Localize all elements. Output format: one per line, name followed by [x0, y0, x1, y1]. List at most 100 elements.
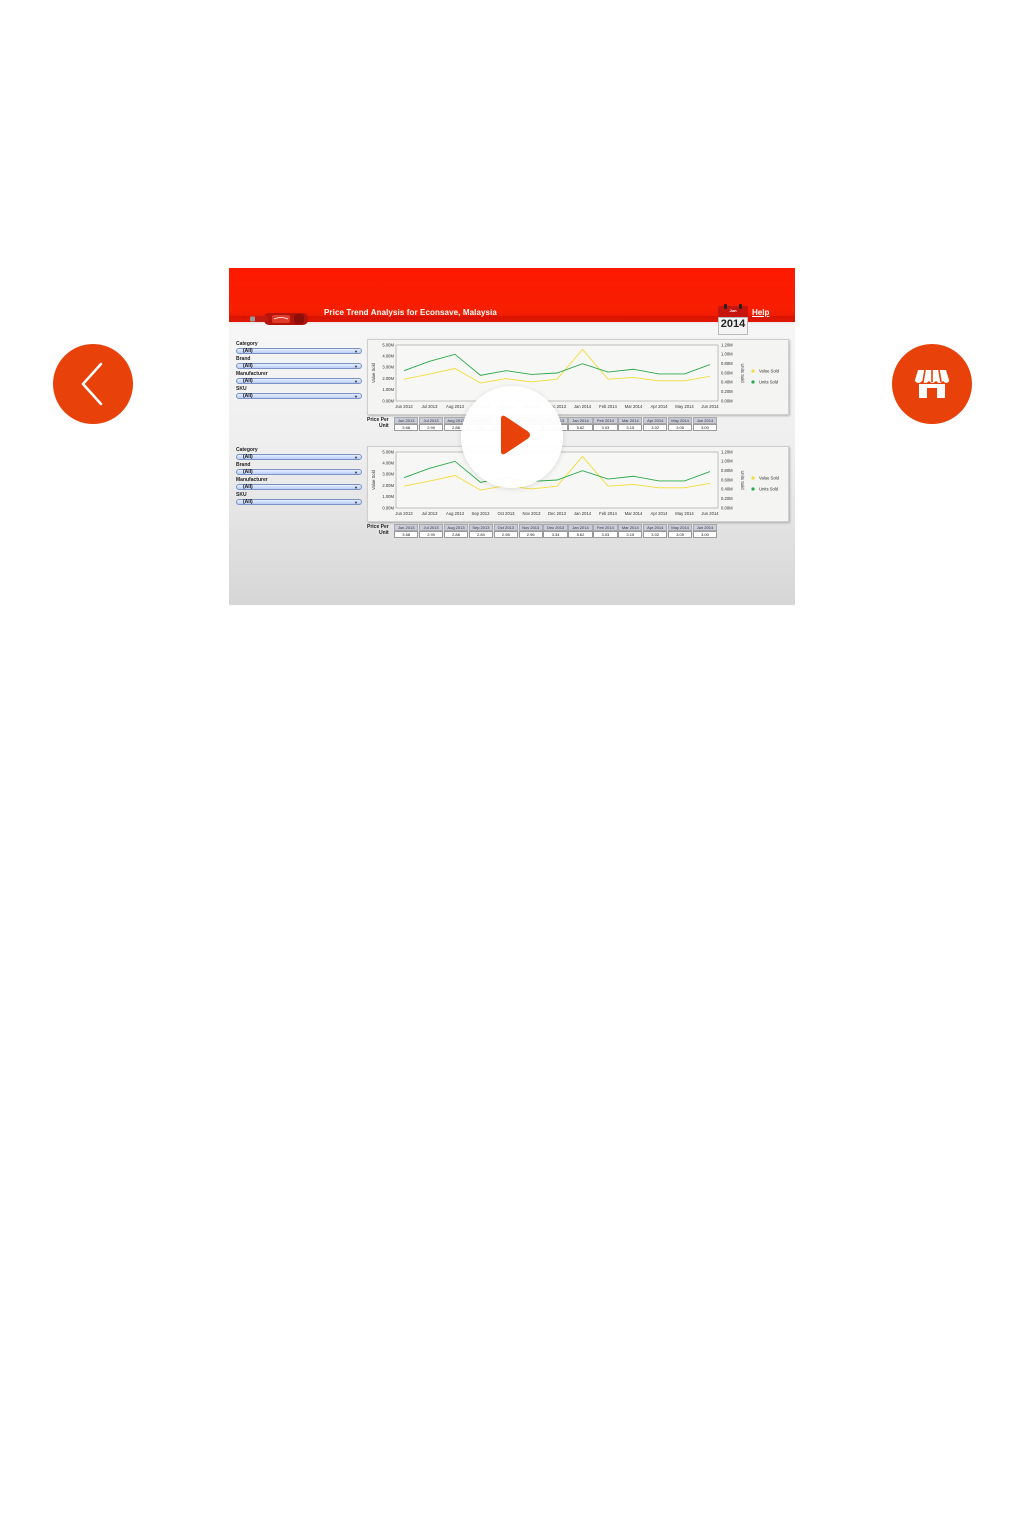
y-tick-label: 4.00M — [382, 354, 394, 359]
price-table-header: Jun 2014 — [692, 524, 718, 531]
price-table-cell: 5.62 — [568, 531, 593, 538]
y-tick-label: 4.00M — [382, 461, 394, 466]
price-table-header: Apr 2014 — [643, 524, 668, 531]
brand-value: (All) — [243, 363, 253, 369]
chevron-down-icon: ▼ — [354, 349, 358, 354]
chart-panel-2: 0.00M 1.00M 2.00M 3.00M 4.00M 5.00M 0.00M 0.20M… — [367, 446, 789, 522]
line-chart-2: 0.00M 1.00M 2.00M 3.00M 4.00M 5.00M 0.00M 0.20M… — [371, 449, 780, 516]
y2-tick-label: 1.00M — [721, 352, 733, 357]
category-select[interactable]: (All) ▼ — [236, 454, 362, 460]
sku-select[interactable]: (All) ▼ — [236, 393, 362, 399]
price-table-cell: 3.34 — [543, 531, 568, 538]
y2-tick-label: 0.80M — [721, 361, 733, 366]
manufacturer-select[interactable]: (All) ▼ — [236, 378, 362, 384]
storefront-icon — [914, 369, 950, 398]
price-table-header: Oct 2013 — [493, 524, 518, 531]
price-table-header: Jan 2014 — [568, 524, 593, 531]
x-tick-label: Feb 2014 — [599, 404, 617, 409]
y2-tick-label: 1.20M — [721, 449, 733, 454]
dashboard-title: Price Trend Analysis for Econsave, Malay… — [324, 308, 497, 317]
play-button[interactable] — [461, 386, 563, 488]
price-table-header: Jul 2013 — [418, 417, 444, 424]
price-table-header: Mar 2014 — [618, 417, 643, 424]
y-tick-label: 5.00M — [382, 449, 394, 454]
chevron-down-icon: ▼ — [354, 470, 358, 475]
y2-axis-label: Units Sold — [740, 363, 745, 383]
price-table-header: Nov 2013 — [518, 524, 543, 531]
legend-marker — [751, 380, 755, 384]
price-table-header: Apr 2014 — [643, 417, 668, 424]
price-table-header: Feb 2014 — [593, 417, 618, 424]
sku-value: (All) — [243, 393, 253, 399]
y2-tick-label: 0.00M — [721, 505, 733, 510]
brand-value: (All) — [243, 469, 253, 475]
y2-tick-label: 0.20M — [721, 389, 733, 394]
legend-label: Units Sold — [759, 487, 779, 492]
price-label-unit: Unit — [379, 530, 389, 536]
filter-label-manufacturer: Manufacturer — [236, 371, 268, 377]
price-table-cell: 3.15 — [618, 424, 643, 431]
store-button[interactable] — [892, 344, 972, 424]
x-tick-label: Jan 2014 — [574, 511, 592, 516]
filter-label-manufacturer: Manufacturer — [236, 477, 268, 483]
price-label-unit: Unit — [379, 423, 389, 429]
filter-label-brand: Brand — [236, 356, 251, 362]
price-table-cell: 5.62 — [568, 424, 593, 431]
y2-tick-label: 1.20M — [721, 342, 733, 347]
price-table-header: Dec 2013 — [543, 524, 568, 531]
price-table-header: Jul 2013 — [418, 524, 444, 531]
x-tick-label: May 2014 — [675, 511, 694, 516]
legend-label: Units Sold — [759, 380, 779, 385]
help-link[interactable]: Help — [752, 308, 769, 317]
x-tick-label: Feb 2014 — [599, 511, 617, 516]
brand-select[interactable]: (All) ▼ — [236, 363, 362, 369]
x-tick-label: Nov 2013 — [523, 511, 542, 516]
legend-label: Value Sold — [759, 369, 780, 374]
price-table-header: Aug 2013 — [443, 524, 469, 531]
price-table-cell: 2.90 — [418, 531, 444, 538]
y2-axis-label: Units Sold — [740, 470, 745, 490]
y-tick-label: 0.00M — [382, 398, 394, 403]
price-table-header: Jun 2013 — [394, 417, 419, 424]
y2-tick-label: 0.20M — [721, 496, 733, 501]
manufacturer-select[interactable]: (All) ▼ — [236, 484, 362, 490]
x-tick-label: Jun 2013 — [395, 404, 413, 409]
line-chart-1: 0.00M 1.00M 2.00M 3.00M 4.00M 5.00M 0.00M 0.20M… — [371, 342, 780, 409]
x-tick-label: Jan 2014 — [574, 404, 592, 409]
sku-select[interactable]: (All) ▼ — [236, 499, 362, 505]
soda-bottle-logo — [250, 313, 308, 325]
y2-tick-label: 0.60M — [721, 370, 733, 375]
y2-tick-label: 0.40M — [721, 380, 733, 385]
x-tick-label: Apr 2014 — [651, 404, 669, 409]
price-table-cell: 3.00 — [692, 531, 718, 538]
x-tick-label: Jun 2014 — [701, 404, 719, 409]
legend-marker — [751, 487, 755, 491]
category-select[interactable]: (All) ▼ — [236, 348, 362, 354]
price-table-cell: 3.02 — [643, 531, 668, 538]
y-tick-label: 2.00M — [382, 483, 394, 488]
chevron-down-icon: ▼ — [354, 500, 358, 505]
legend-label: Value Sold — [759, 476, 780, 481]
price-table-cell: 3.68 — [394, 531, 419, 538]
brand-select[interactable]: (All) ▼ — [236, 469, 362, 475]
price-table-cell: 2.96 — [518, 531, 543, 538]
price-table-cell: 2.90 — [418, 424, 444, 431]
calendar-year: 2014 — [720, 318, 746, 330]
x-tick-label: Aug 2013 — [446, 511, 465, 516]
price-table-header: May 2014 — [667, 417, 693, 424]
x-tick-label: Mar 2014 — [625, 404, 643, 409]
y-tick-label: 3.00M — [382, 472, 394, 477]
calendar-icon[interactable]: Jun 2014 — [718, 304, 748, 335]
x-tick-label: Oct 2013 — [498, 511, 516, 516]
x-tick-label: Apr 2014 — [651, 511, 669, 516]
chevron-down-icon: ▼ — [354, 455, 358, 460]
chevron-down-icon: ▼ — [354, 394, 358, 399]
price-table-cell: 3.05 — [667, 424, 693, 431]
x-tick-label: Dec 2013 — [548, 511, 567, 516]
filter-label-brand: Brand — [236, 462, 251, 468]
x-tick-label: Jul 2013 — [422, 404, 439, 409]
price-table-header: Sep 2013 — [468, 524, 494, 531]
y2-tick-label: 0.40M — [721, 487, 733, 492]
back-button[interactable] — [53, 344, 133, 424]
x-tick-label: Sep 2013 — [472, 511, 491, 516]
